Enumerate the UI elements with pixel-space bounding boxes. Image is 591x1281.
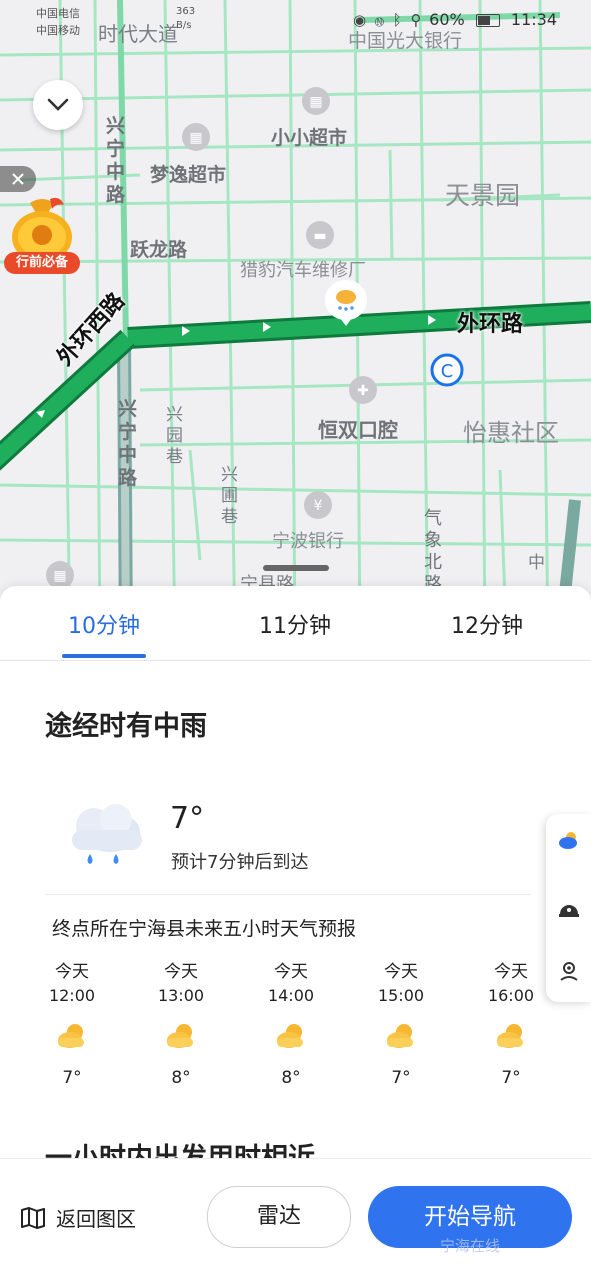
partly-cloudy-icon: [387, 1024, 413, 1048]
weather-icon[interactable]: [557, 828, 581, 852]
forecast-hour: 今天 14:00 8°: [256, 960, 326, 1088]
forecast-hour: 今天 15:00 7°: [366, 960, 436, 1088]
chevron-down-icon: [47, 98, 69, 111]
forecast-day: 今天: [164, 962, 198, 982]
drag-handle[interactable]: [263, 565, 329, 571]
forecast-day: 今天: [384, 962, 418, 982]
radar-button[interactable]: 雷达: [207, 1186, 351, 1248]
current-temperature: 7°: [170, 801, 205, 836]
clock: 11:34: [510, 10, 557, 29]
location-icon: ⚲: [410, 11, 424, 29]
back-to-map-button[interactable]: 返回图区: [20, 1203, 136, 1232]
radar-icon[interactable]: [557, 896, 581, 920]
forecast-time: 15:00: [377, 986, 425, 1005]
status-bar: 中国电信 中国移动 363 B/s ◉ Ⓝ ᛒ ⚲ 60% 11:34: [0, 0, 591, 40]
forecast-time: 14:00: [267, 986, 315, 1005]
tab-10min[interactable]: 10分钟: [34, 608, 174, 640]
forecast-time: 12:00: [48, 986, 96, 1005]
forecast-title: 终点所在宁海县未来五小时天气预报: [52, 918, 357, 940]
bottom-bar: 返回图区 雷达 开始导航: [0, 1158, 591, 1281]
side-toolbar: [546, 814, 591, 1002]
forecast-hour: 今天 16:00 7°: [476, 960, 546, 1088]
promo-label[interactable]: 行前必备: [4, 252, 80, 274]
collapse-button[interactable]: [33, 80, 83, 130]
tab-11min[interactable]: 11分钟: [225, 608, 365, 640]
forecast-hour: 今天 13:00 8°: [146, 960, 216, 1088]
location-pin-icon[interactable]: [557, 960, 581, 984]
battery-icon: [475, 14, 500, 27]
time-tabs: 10分钟 11分钟 12分钟: [0, 586, 591, 661]
forecast-time: 13:00: [157, 986, 205, 1005]
watermark: 宁海在线: [440, 1237, 501, 1255]
forecast-day: 今天: [494, 962, 528, 982]
rain-cloud-icon: [72, 804, 142, 864]
forecast-day: 今天: [55, 962, 89, 982]
network-speed: 363 B/s: [176, 6, 196, 31]
svg-text:✚: ✚: [357, 383, 369, 399]
partly-cloudy-icon: [497, 1024, 523, 1048]
partly-cloudy-icon: [277, 1024, 303, 1048]
forecast-temp: 7°: [391, 1068, 411, 1088]
carrier-mobile: 中国移动: [36, 24, 80, 37]
svg-text:¥: ¥: [314, 498, 323, 514]
forecast-day: 今天: [274, 962, 308, 982]
map-icon: [21, 1206, 45, 1229]
svg-text:▦: ▦: [53, 568, 66, 584]
tab-indicator: [62, 654, 146, 658]
forecast-temp: 8°: [171, 1068, 191, 1088]
forecast-temp: 7°: [501, 1068, 521, 1088]
svg-text:C: C: [441, 361, 454, 382]
forecast-temp: 7°: [62, 1068, 82, 1088]
forecast-temp: 8°: [281, 1068, 301, 1088]
page-title: 途经时有中雨: [45, 711, 207, 742]
svg-text:▬: ▬: [313, 228, 326, 244]
arrival-text: 预计7分钟后到达: [171, 852, 309, 873]
status-right: 60% 11:34: [429, 10, 557, 29]
map-view[interactable]: ▦ ▦ ▬ ✚ ¥ ▦ C: [0, 0, 591, 640]
back-to-map-label: 返回图区: [56, 1207, 136, 1231]
tab-12min[interactable]: 12分钟: [417, 608, 557, 640]
carrier-telecom: 中国电信: [36, 7, 80, 20]
divider: [45, 894, 531, 895]
partly-cloudy-icon: [58, 1024, 84, 1048]
forecast-time: 16:00: [487, 986, 535, 1005]
svg-text:▦: ▦: [189, 130, 202, 146]
battery-percent: 60%: [429, 10, 465, 29]
partly-cloudy-icon: [167, 1024, 193, 1048]
forecast-hour: 今天 12:00 7°: [37, 960, 107, 1088]
eye-icon: ◉: [353, 11, 369, 29]
close-icon: [12, 173, 24, 185]
promo-close-button[interactable]: [0, 166, 36, 192]
bluetooth-icon: ᛒ: [392, 11, 404, 29]
nfc-icon: Ⓝ: [374, 11, 386, 29]
status-icons: ◉ Ⓝ ᛒ ⚲: [353, 11, 423, 29]
svg-text:▦: ▦: [309, 94, 322, 110]
